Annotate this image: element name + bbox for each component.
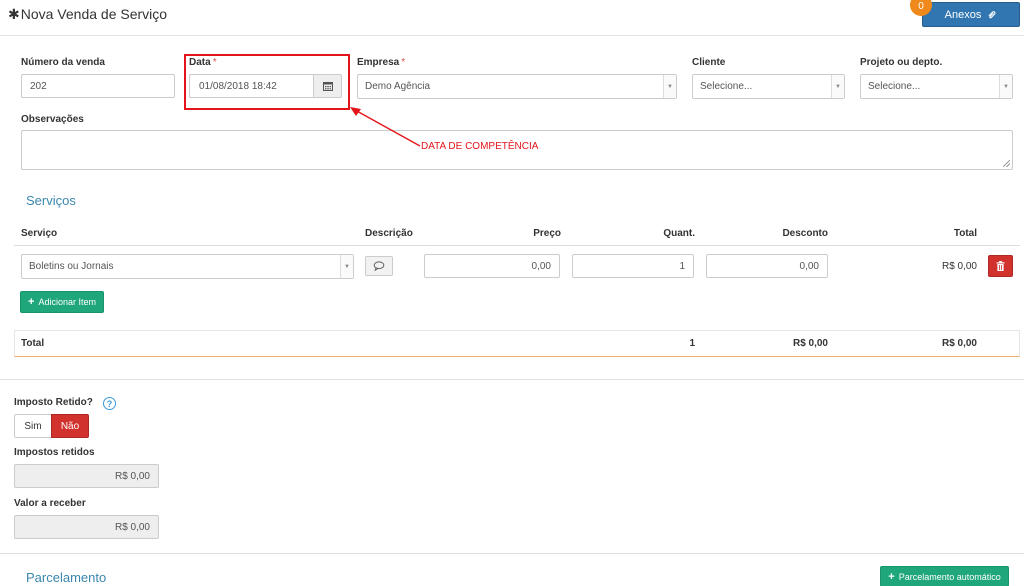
company-value: Demo Agência	[365, 81, 431, 92]
help-icon[interactable]: ?	[103, 397, 116, 410]
attachments-button[interactable]: Anexos	[922, 2, 1020, 27]
chevron-down-icon: ▼	[340, 255, 353, 278]
column-total: Total	[953, 228, 977, 239]
column-description: Descrição	[365, 228, 413, 239]
withheld-taxes-label: Impostos retidos	[14, 447, 95, 458]
annotation-arrow	[350, 107, 421, 147]
chevron-down-icon: ▼	[999, 75, 1012, 98]
resize-grip-icon[interactable]	[1003, 160, 1010, 167]
section-divider	[0, 553, 1024, 554]
row-total: R$ 0,00	[941, 261, 977, 272]
plus-icon: +	[28, 296, 35, 308]
page-title: ✱Nova Venda de Serviço	[8, 6, 167, 22]
column-discount: Desconto	[782, 228, 828, 239]
asterisk-icon: ✱	[8, 6, 20, 22]
sale-number-label: Número da venda	[21, 57, 105, 68]
chevron-down-icon: ▼	[663, 75, 676, 98]
services-title: Serviços	[26, 193, 76, 208]
paperclip-icon	[988, 10, 996, 18]
delete-item-button[interactable]	[988, 255, 1013, 277]
company-select[interactable]: Demo Agência ▼	[357, 74, 677, 99]
attachments-button-label: Anexos	[944, 8, 982, 21]
totals-total: R$ 0,00	[941, 338, 977, 349]
company-label-text: Empresa	[357, 57, 400, 68]
project-value: Selecione...	[868, 81, 921, 92]
trash-icon	[996, 261, 1005, 271]
price-input[interactable]: 0,00	[424, 254, 560, 278]
service-select[interactable]: Boletins ou Jornais ▼	[21, 254, 354, 279]
table-header-divider	[14, 245, 1020, 246]
column-service: Serviço	[21, 228, 58, 239]
project-label: Projeto ou depto.	[860, 57, 943, 68]
client-value: Selecione...	[700, 81, 753, 92]
chevron-down-icon: ▼	[831, 75, 844, 98]
withheld-yes-toggle[interactable]: Sim	[14, 414, 52, 438]
quantity-input[interactable]: 1	[572, 254, 694, 278]
header-divider	[0, 35, 1024, 36]
totals-label: Total	[21, 338, 45, 349]
add-item-label: Adicionar Item	[38, 297, 96, 307]
installments-title: Parcelamento	[26, 570, 107, 585]
withheld-taxes-input: R$ 0,00	[14, 464, 159, 488]
date-highlight-box	[184, 54, 350, 110]
service-value: Boletins ou Jornais	[29, 261, 114, 272]
add-item-button[interactable]: + Adicionar Item	[20, 291, 104, 313]
client-select[interactable]: Selecione... ▼	[692, 74, 845, 99]
plus-icon: +	[888, 570, 895, 583]
description-button[interactable]	[365, 256, 393, 276]
receivable-label: Valor a receber	[14, 498, 86, 509]
column-quantity: Quant.	[663, 228, 695, 239]
auto-installments-button[interactable]: + Parcelamento automático	[880, 566, 1009, 586]
sale-number-input[interactable]: 202	[21, 74, 175, 98]
annotation-text: DATA DE COMPETÊNCIA	[421, 141, 539, 152]
client-label: Cliente	[692, 57, 726, 68]
totals-quantity: 1	[689, 338, 695, 349]
notes-label: Observações	[21, 114, 84, 125]
withheld-no-toggle[interactable]: Não	[51, 414, 89, 438]
totals-discount: R$ 0,00	[792, 338, 828, 349]
auto-installments-label: Parcelamento automático	[898, 571, 1001, 582]
page-title-text: Nova Venda de Serviço	[20, 6, 168, 22]
company-label: Empresa *	[357, 57, 405, 68]
column-price: Preço	[533, 228, 561, 239]
discount-input[interactable]: 0,00	[706, 254, 828, 278]
section-divider	[0, 379, 1024, 380]
required-mark: *	[401, 57, 406, 68]
project-select[interactable]: Selecione... ▼	[860, 74, 1013, 99]
withheld-tax-question: Imposto Retido?	[14, 397, 93, 408]
receivable-input: R$ 0,00	[14, 515, 159, 539]
totals-row	[14, 330, 1020, 357]
comment-icon	[373, 261, 385, 271]
